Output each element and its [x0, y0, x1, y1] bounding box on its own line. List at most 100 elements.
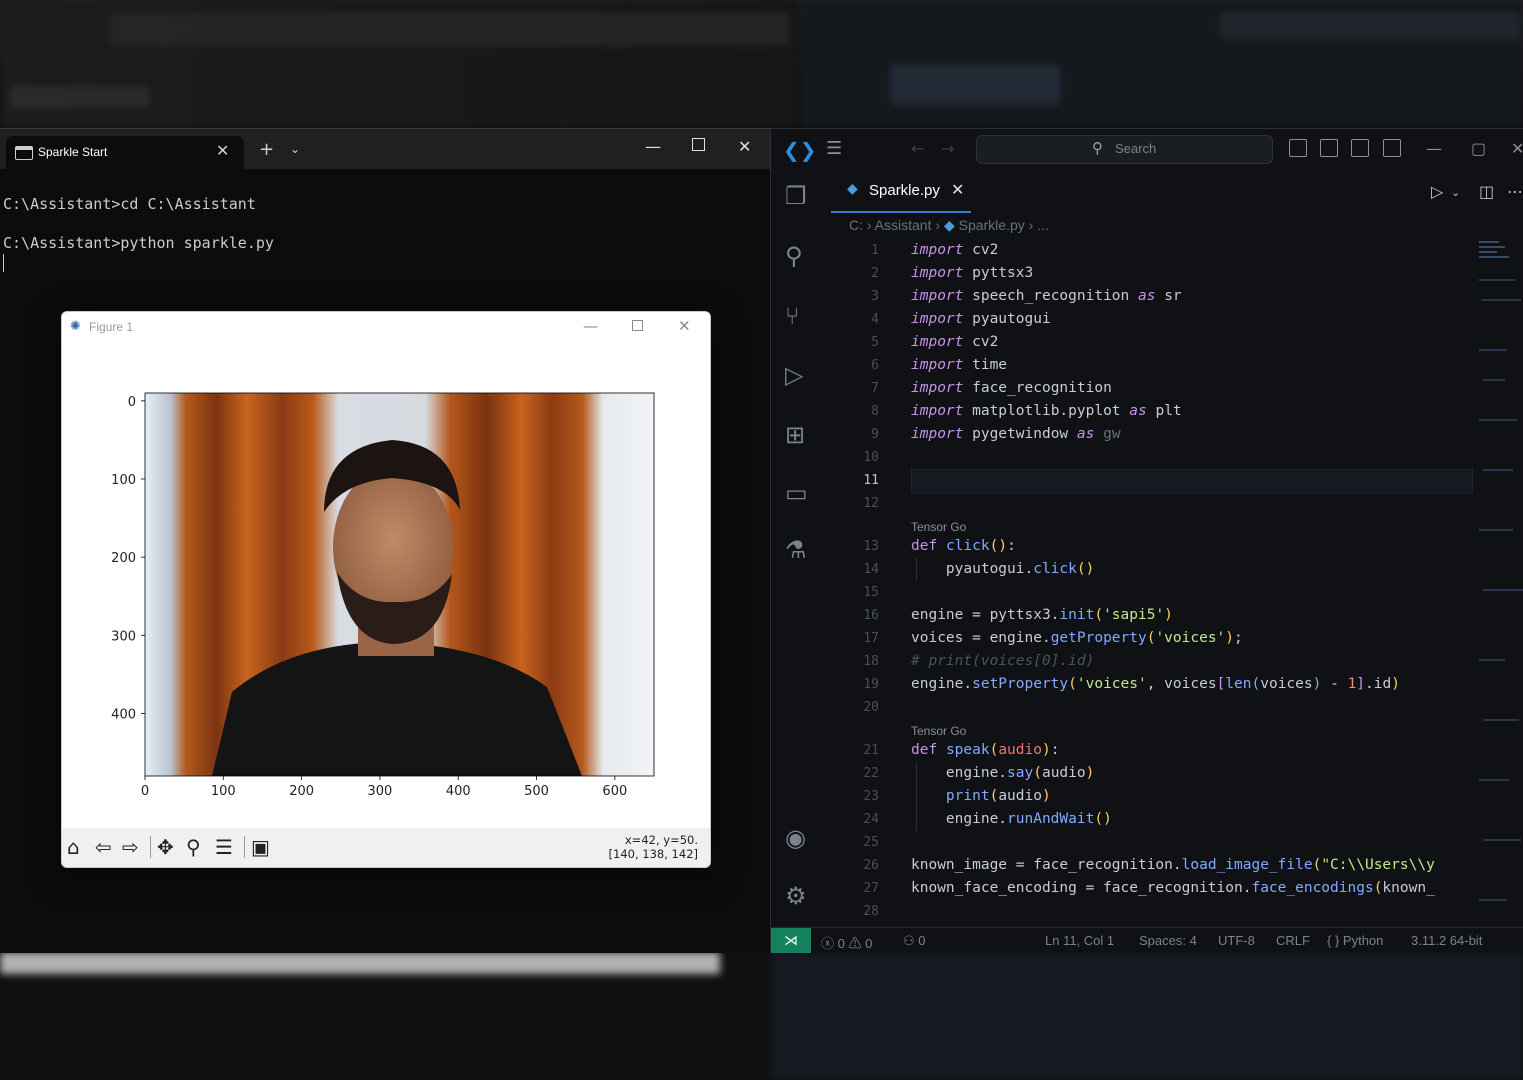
minimize-icon[interactable]: — [645, 137, 661, 156]
code-line: 1 import cv2 [871, 242, 999, 258]
remote-indicator-icon[interactable]: ⋊ [771, 928, 811, 953]
run-debug-icon[interactable]: ▷ [785, 361, 803, 389]
home-icon[interactable]: ⌂ [67, 835, 80, 859]
explorer-files-icon[interactable]: ❐ [785, 182, 807, 210]
figure-canvas[interactable]: 0 100 200 300 400 500 600 0 100 200 300 400 [62, 342, 710, 828]
testing-flask-icon[interactable]: ⚗ [785, 536, 807, 564]
code-line: 27 known_face_encoding = face_recognition… [863, 880, 1435, 896]
terminal-line: C:\Assistant>cd C:\Assistant [3, 195, 256, 213]
back-arrow-icon[interactable]: ⇦ [95, 835, 112, 859]
breadcrumb-file[interactable]: Sparkle.py [959, 217, 1025, 233]
breadcrumb-folder[interactable]: Assistant [875, 217, 932, 233]
indentation[interactable]: Spaces: 4 [1139, 933, 1197, 948]
minimize-icon[interactable]: — [1426, 139, 1442, 158]
minimize-icon[interactable]: — [583, 317, 598, 335]
save-figure-icon[interactable]: ▣ [251, 835, 270, 859]
run-python-file-icon[interactable]: ▷ [1431, 182, 1443, 201]
accounts-icon[interactable]: ◉ [785, 824, 806, 852]
customize-layout-icon[interactable] [1383, 139, 1401, 157]
chevron-down-icon[interactable]: ⌄ [1451, 186, 1460, 199]
extensions-icon[interactable]: ⊞ [785, 421, 805, 449]
status-bar: ⋊ ⓧ 0 ⚠ 0 ⚇ 0 Ln 11, Col 1 Spaces: 4 UTF… [771, 927, 1523, 953]
code-line: 14 pyautogui.click() [863, 561, 1095, 577]
vscode-logo-icon: ❮❯ [783, 138, 817, 162]
x-tick-label: 600 [602, 784, 627, 799]
ports-indicator[interactable]: ⚇ 0 [903, 933, 926, 949]
language-label: Python [1342, 933, 1384, 948]
y-tick-label: 300 [111, 629, 136, 644]
configure-subplots-icon[interactable]: ☰ [215, 835, 233, 859]
python-interpreter[interactable]: 3.11.2 64-bit [1411, 933, 1482, 948]
breadcrumb-root[interactable]: C: [849, 217, 863, 233]
forward-arrow-icon[interactable]: → [941, 139, 954, 158]
manage-gear-icon[interactable]: ⚙ [785, 882, 807, 910]
minimap[interactable] [1477, 239, 1523, 929]
split-editor-icon[interactable]: ◫ [1479, 182, 1494, 201]
breadcrumb-more[interactable]: ... [1037, 217, 1049, 233]
code-line: 12 [863, 496, 879, 511]
code-line: 18 # print(voices[0].id) [863, 653, 1095, 669]
maximize-icon[interactable] [632, 320, 643, 331]
close-window-icon[interactable]: ✕ [738, 137, 751, 156]
close-window-icon[interactable]: ✕ [1511, 139, 1523, 158]
terminal-output[interactable]: C:\Assistant>cd C:\Assistant C:\Assistan… [3, 195, 274, 273]
toggle-primary-sidebar-icon[interactable] [1289, 139, 1307, 157]
toolbar-divider [150, 836, 151, 858]
chevron-down-icon[interactable]: ⌄ [290, 142, 300, 156]
close-icon[interactable]: ✕ [678, 317, 691, 335]
code-line: 23 print(audio) [863, 788, 1051, 804]
code-line: 9 import pygetwindow as gw [871, 426, 1121, 442]
background-window-top-right [800, 0, 1523, 128]
close-tab-icon[interactable]: ✕ [951, 180, 964, 199]
toggle-secondary-sidebar-icon[interactable] [1351, 139, 1369, 157]
terminal-tab[interactable]: Sparkle Start ✕ [6, 136, 244, 169]
code-line: 5 import cv2 [871, 334, 999, 350]
pan-move-icon[interactable]: ✥ [157, 835, 174, 859]
x-tick-label: 500 [524, 784, 549, 799]
close-tab-icon[interactable]: ✕ [216, 141, 229, 160]
command-center-search[interactable]: ⚲ Search [976, 135, 1273, 164]
problems-indicator[interactable]: ⓧ 0 ⚠ 0 [821, 933, 872, 952]
toggle-panel-icon[interactable] [1320, 139, 1338, 157]
language-mode[interactable]: { } Python [1327, 933, 1383, 948]
warning-count: 0 [865, 936, 873, 951]
background-window-top-left [0, 0, 800, 128]
toolbar-divider [244, 836, 245, 858]
maximize-icon[interactable]: ▢ [1471, 139, 1486, 158]
zoom-magnifier-icon[interactable]: ⚲ [186, 835, 201, 859]
x-tick-label: 200 [289, 784, 314, 799]
code-line: 25 [863, 835, 879, 850]
code-editor[interactable]: 1 import cv2 2 import pyttsx3 3 import spee… [827, 239, 1482, 927]
code-line: 6 import time [871, 357, 1008, 373]
code-line: 11 [863, 473, 879, 488]
code-line: 26 known_image = face_recognition.load_im… [863, 857, 1435, 873]
code-line: 2 import pyttsx3 [871, 265, 1034, 281]
python-file-icon: ◆ [943, 217, 955, 233]
code-line: 16 engine = pyttsx3.init('sapi5') [863, 607, 1173, 623]
x-tick-label: 0 [141, 784, 149, 799]
maximize-icon[interactable] [692, 138, 705, 151]
code-line: 28 [863, 904, 879, 919]
search-icon[interactable]: ⚲ [785, 242, 803, 270]
tab-sparkle-py[interactable]: ◆ Sparkle.py ✕ [831, 169, 971, 213]
cursor-position[interactable]: Ln 11, Col 1 [1045, 933, 1114, 948]
source-control-icon[interactable]: ⑂ [785, 302, 799, 330]
back-arrow-icon[interactable]: ← [911, 139, 924, 158]
more-actions-icon[interactable]: ⋯ [1507, 182, 1523, 201]
figure-title: Figure 1 [89, 320, 134, 334]
terminal-tab-label: Sparkle Start [38, 145, 108, 159]
y-tick-label: 0 [128, 395, 136, 410]
figure-title-bar[interactable]: ✺ Figure 1 — ✕ [62, 312, 710, 342]
codelens-author[interactable]: Tensor Go [911, 722, 966, 740]
forward-arrow-icon[interactable]: ⇨ [122, 835, 139, 859]
figure-toolbar: ⌂ ⇦ ⇨ ✥ ⚲ ☰ ▣ x=42, y=50. [140, 138, 142… [62, 828, 710, 867]
remote-explorer-icon[interactable]: ▭ [785, 479, 808, 507]
menu-hamburger-icon[interactable]: ☰ [826, 138, 842, 159]
tab-label: Sparkle.py [869, 182, 940, 199]
encoding[interactable]: UTF-8 [1218, 933, 1255, 948]
codelens-author[interactable]: Tensor Go [911, 518, 966, 536]
line-ending[interactable]: CRLF [1276, 933, 1310, 948]
search-placeholder: Search [1115, 141, 1157, 156]
new-tab-plus-icon[interactable]: + [259, 139, 274, 160]
